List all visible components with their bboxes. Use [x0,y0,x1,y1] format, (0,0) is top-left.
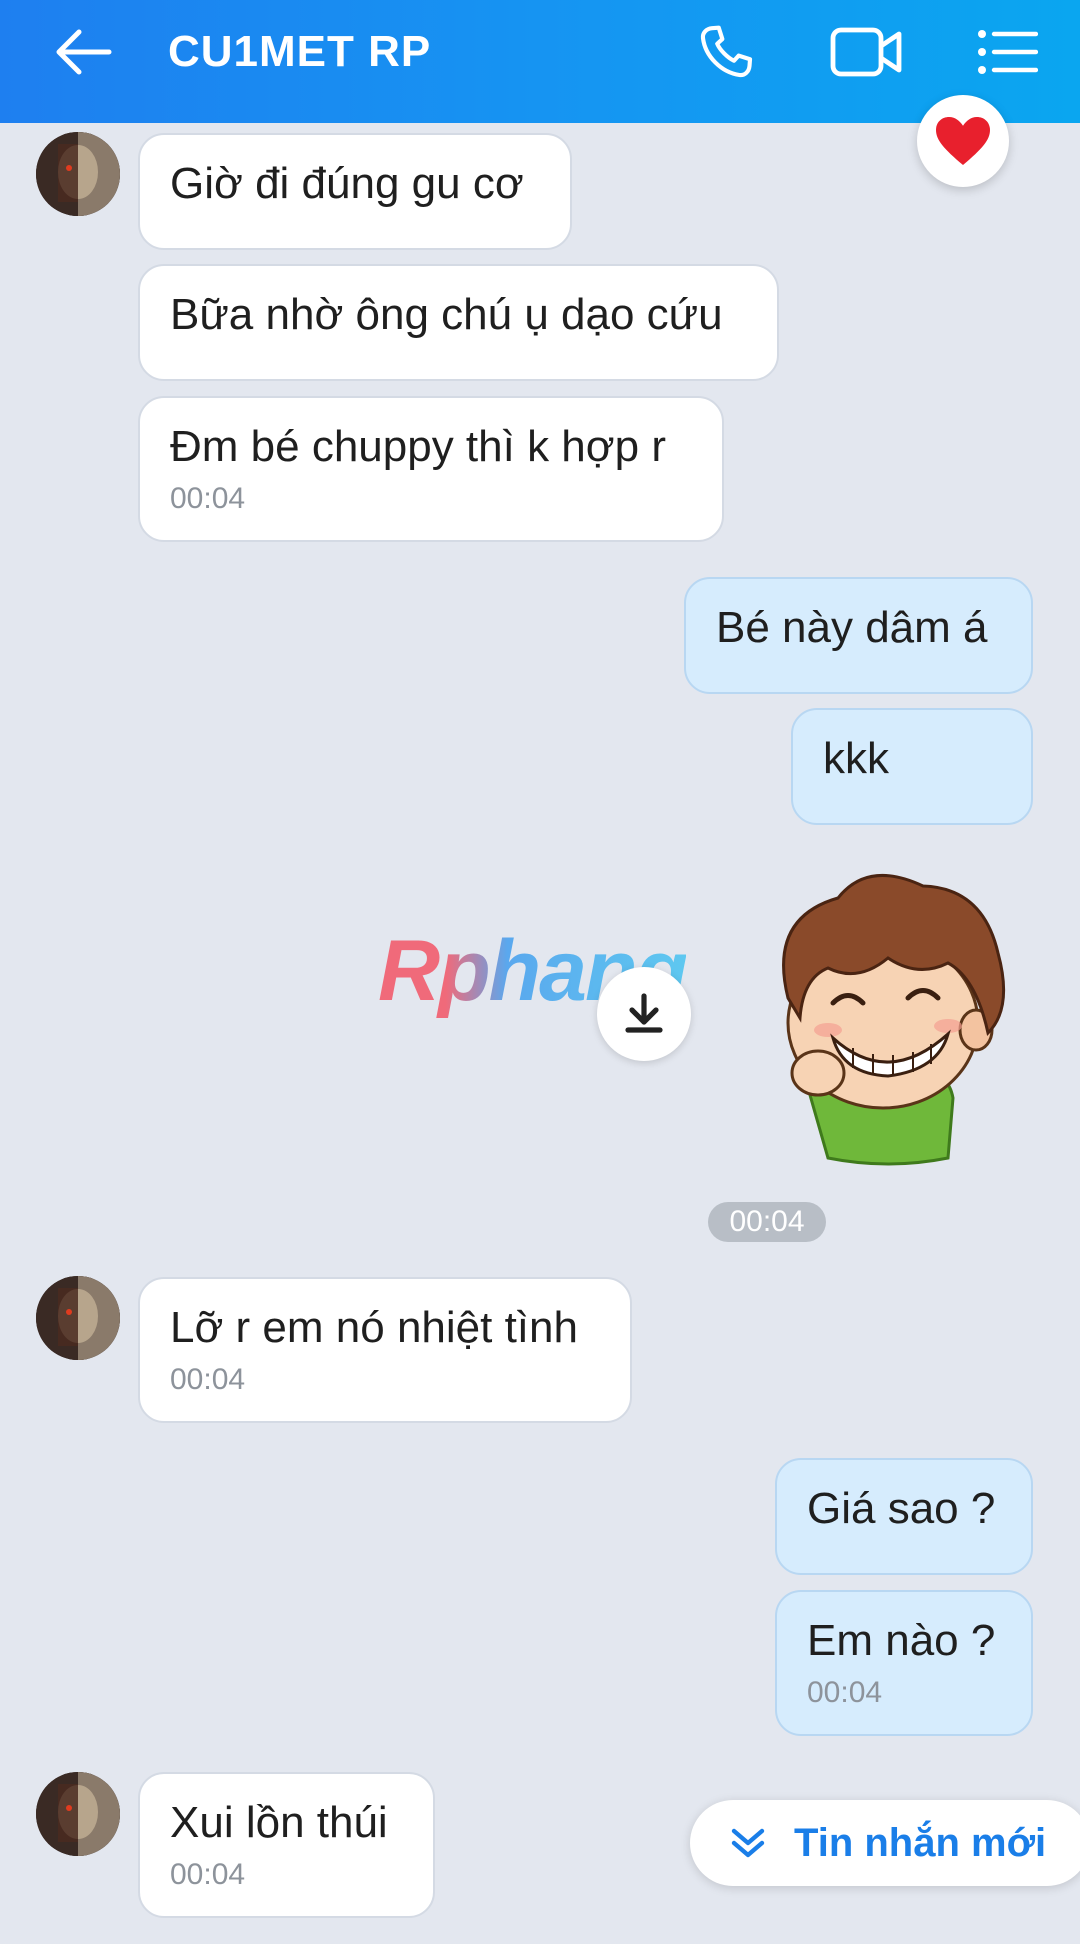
timestamp-chip: 00:04 [708,1202,826,1242]
new-messages-label: Tin nhắn mới [794,1820,1047,1865]
message-bubble[interactable]: Giờ đi đúng gu cơ [138,133,572,250]
chevron-double-down-icon [731,1828,765,1858]
message-text: kkk [823,734,889,783]
back-button[interactable] [40,0,126,103]
top-bar: CU1MET RP [0,0,1080,123]
download-button[interactable] [597,967,691,1061]
message-bubble[interactable]: Bữa nhờ ông chú ụ dạo cứu [138,264,779,381]
message-text: Bữa nhờ ông chú ụ dạo cứu [170,290,723,339]
message-text: Giờ đi đúng gu cơ [170,159,524,208]
message-time: 00:04 [170,1858,246,1891]
message-text: Giá sao ? [807,1484,996,1533]
avatar[interactable] [36,132,120,216]
arrow-left-icon [56,29,112,74]
message-time: 00:04 [170,1363,246,1396]
new-messages-button[interactable]: Tin nhắn mới [690,1800,1080,1886]
message-bubble[interactable]: Đm bé chuppy thì k hợp r 00:04 [138,396,724,542]
list-menu-icon [978,29,1038,74]
message-text: Bé này dâm á [716,603,988,652]
chat-title[interactable]: CU1MET RP [168,0,431,103]
heart-reaction-button[interactable] [917,95,1009,187]
menu-button[interactable] [972,0,1042,103]
sticker-message[interactable] [748,858,1018,1168]
message-bubble[interactable]: kkk [791,708,1033,825]
download-icon [625,993,663,1033]
message-bubble[interactable]: Em nào ? 00:04 [775,1590,1033,1736]
sticker-image [782,874,1006,1166]
video-camera-icon [830,27,902,76]
message-text: Lỡ r em nó nhiệt tình [170,1303,578,1352]
message-bubble[interactable]: Bé này dâm á [684,577,1033,694]
message-time: 00:04 [807,1676,883,1709]
heart-icon [936,117,990,165]
message-text: Đm bé chuppy thì k hợp r [170,422,666,471]
message-bubble[interactable]: Xui lồn thúi 00:04 [138,1772,435,1918]
avatar[interactable] [36,1772,120,1856]
message-bubble[interactable]: Lỡ r em nó nhiệt tình 00:04 [138,1277,632,1423]
message-text: Xui lồn thúi [170,1798,388,1847]
video-call-button[interactable] [822,0,912,103]
message-time: 00:04 [170,482,246,515]
message-text: Em nào ? [807,1616,996,1665]
message-bubble[interactable]: Giá sao ? [775,1458,1033,1575]
call-button[interactable] [684,0,768,103]
avatar[interactable] [36,1276,120,1360]
phone-icon [700,25,753,77]
